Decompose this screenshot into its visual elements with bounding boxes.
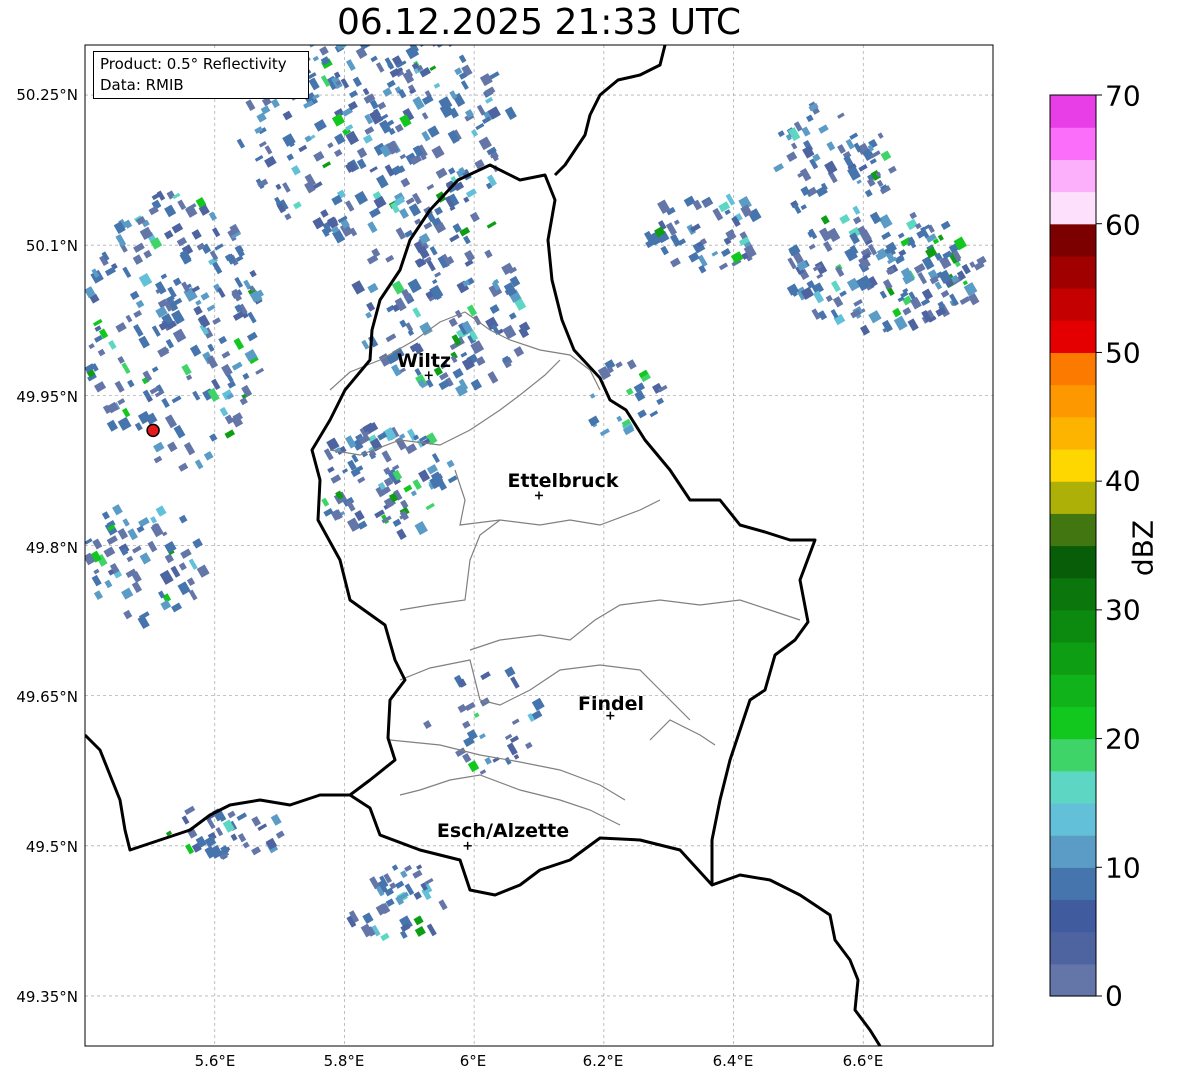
lat-tick-label: 49.95°N bbox=[16, 388, 78, 406]
lon-tick-label: 6.4°E bbox=[712, 1052, 754, 1070]
colorbar-segment bbox=[1050, 899, 1096, 933]
colorbar-tick-label: 30 bbox=[1105, 593, 1141, 627]
colorbar-label: dBZ bbox=[1126, 519, 1160, 577]
colorbar-segment bbox=[1050, 352, 1096, 386]
lat-tick-label: 49.8°N bbox=[25, 539, 78, 557]
colorbar-segment bbox=[1050, 545, 1096, 579]
colorbar-tick-label: 0 bbox=[1105, 979, 1123, 1013]
radar-map bbox=[84, 19, 1102, 1047]
lon-tick-label: 6.2°E bbox=[582, 1052, 624, 1070]
colorbar-segment bbox=[1050, 835, 1096, 868]
lon-tick-label: 5.6°E bbox=[194, 1052, 236, 1070]
city-label-ettelbruck: Ettelbruck bbox=[507, 470, 619, 492]
echo-cell bbox=[327, 25, 337, 34]
colorbar-segment bbox=[1050, 706, 1096, 740]
colorbar-segment bbox=[1050, 577, 1096, 611]
colorbar-tick-label: 60 bbox=[1105, 208, 1141, 242]
colorbar-segment bbox=[1050, 963, 1096, 997]
colorbar-segment bbox=[1050, 867, 1096, 901]
colorbar-segment bbox=[1050, 642, 1096, 675]
echo-cell bbox=[320, 38, 330, 45]
colorbar-segment bbox=[1050, 448, 1096, 482]
colorbar-segment bbox=[1050, 255, 1096, 289]
colorbar-segment bbox=[1050, 931, 1096, 965]
city-label-esch: Esch/Alzette bbox=[436, 820, 570, 842]
echo-cell bbox=[392, 31, 402, 40]
info-box: Product: 0.5° Reflectivity Data: RMIB bbox=[93, 51, 309, 99]
city-label-wiltz: Wiltz bbox=[396, 350, 452, 372]
colorbar-tick-label: 50 bbox=[1105, 336, 1141, 370]
colorbar-segment bbox=[1050, 288, 1096, 321]
echo-cell bbox=[432, 45, 446, 47]
lat-tick-label: 50.25°N bbox=[16, 86, 78, 104]
colorbar-segment bbox=[1050, 609, 1096, 643]
map-background bbox=[85, 45, 993, 1046]
echo-cell bbox=[409, 32, 420, 44]
colorbar-tick-label: 20 bbox=[1105, 722, 1141, 756]
colorbar-segment bbox=[1050, 416, 1096, 450]
colorbar-segment bbox=[1050, 159, 1096, 193]
colorbar-segment bbox=[1050, 191, 1096, 225]
colorbar-segment bbox=[1050, 95, 1096, 128]
lat-tick-label: 49.35°N bbox=[16, 988, 78, 1006]
lon-tick-label: 5.8°E bbox=[323, 1052, 365, 1070]
radar-site-marker bbox=[146, 423, 160, 438]
echo-cell bbox=[428, 31, 436, 39]
colorbar-segment bbox=[1050, 127, 1096, 160]
colorbar-tick-label: 40 bbox=[1105, 464, 1141, 498]
colorbar-segment bbox=[1050, 770, 1096, 804]
lat-tick-label: 49.5°N bbox=[25, 838, 78, 856]
colorbar-tick-label: 70 bbox=[1105, 79, 1141, 113]
lat-tick-label: 50.1°N bbox=[25, 237, 78, 255]
echo-cell bbox=[338, 45, 346, 46]
lon-tick-label: 6.6°E bbox=[842, 1052, 884, 1070]
echo-cell bbox=[337, 22, 348, 32]
echo-cell bbox=[417, 31, 425, 38]
colorbar-tick-label: 10 bbox=[1105, 851, 1141, 885]
colorbar-segment bbox=[1050, 481, 1096, 514]
colorbar bbox=[1049, 94, 1102, 997]
colorbar-segment bbox=[1050, 223, 1096, 257]
lat-tick-label: 49.65°N bbox=[16, 688, 78, 706]
colorbar-segment bbox=[1050, 738, 1096, 772]
lon-tick-label: 6°E bbox=[459, 1052, 487, 1070]
colorbar-segment bbox=[1050, 674, 1096, 707]
city-label-findel: Findel bbox=[577, 693, 645, 715]
colorbar-segment bbox=[1050, 320, 1096, 354]
product-label: Product: 0.5° Reflectivity bbox=[100, 55, 287, 73]
data-source-label: Data: RMIB bbox=[100, 76, 184, 94]
echo-cell bbox=[376, 24, 385, 33]
colorbar-segment bbox=[1050, 513, 1096, 547]
colorbar-segment bbox=[1050, 802, 1096, 836]
colorbar-segment bbox=[1050, 384, 1096, 418]
echo-cell bbox=[390, 19, 402, 31]
